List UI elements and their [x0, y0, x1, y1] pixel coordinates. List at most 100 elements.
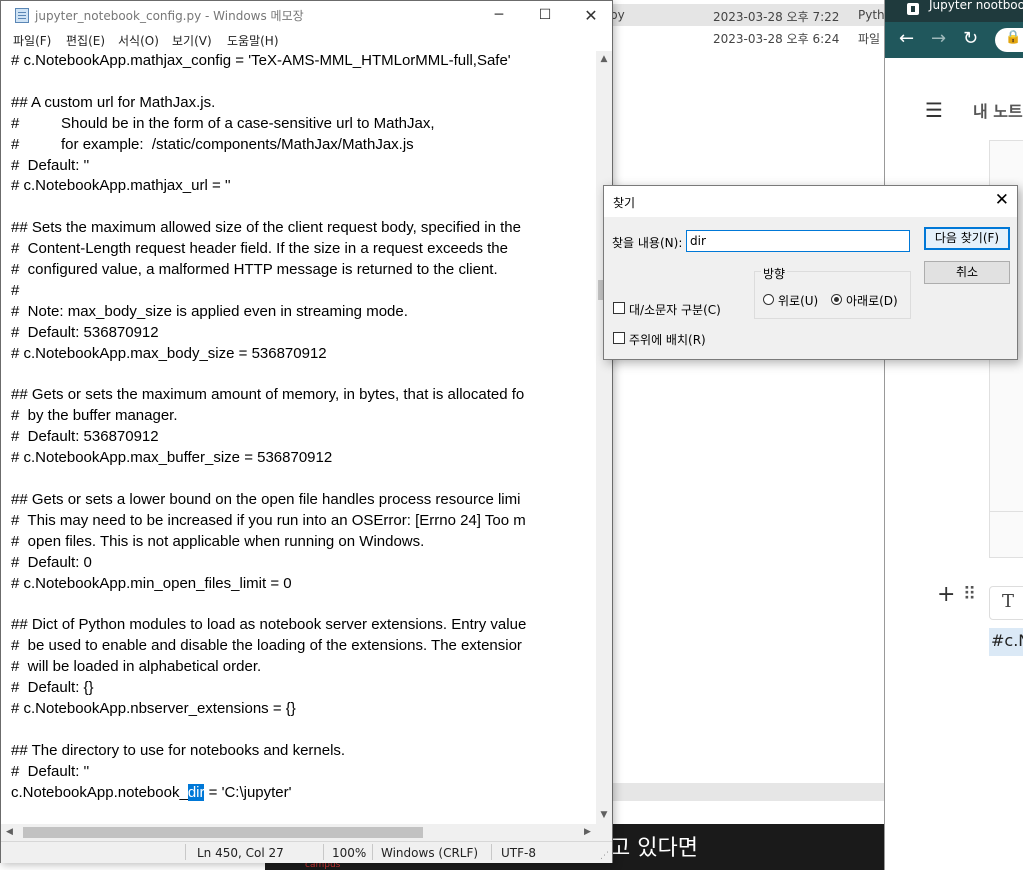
- editor-line: # Content-Length request header field. I…: [11, 240, 508, 258]
- address-bar[interactable]: 🔒: [995, 28, 1023, 52]
- cancel-button[interactable]: 취소: [924, 261, 1010, 284]
- editor-line: # Default: 0: [11, 553, 92, 571]
- editor-line: # Default: {}: [11, 679, 94, 696]
- match-case-label[interactable]: 대/소문자 구분(C): [629, 301, 721, 318]
- video-caption: 고 있다면: [610, 836, 698, 861]
- browser-tab-title: Jupyter nootbook: [929, 0, 1023, 12]
- editor-line: # by the buffer manager.: [11, 407, 178, 425]
- direction-up-label[interactable]: 위로(U): [778, 292, 818, 309]
- drag-handle-icon[interactable]: ⠿: [963, 584, 976, 605]
- editor-line: #: [11, 281, 20, 299]
- reload-icon[interactable]: ↻: [963, 28, 978, 49]
- editor-line: # configured value, a malformed HTTP mes…: [11, 261, 498, 278]
- editor-line: ## A custom url for MathJax.js.: [11, 93, 216, 111]
- explorer-row[interactable]: py 2023-03-28 오후 7:22 Pytho: [600, 4, 892, 26]
- explorer-row-date: 2023-03-28 오후 6:24: [713, 32, 840, 46]
- scroll-down-arrow-icon[interactable]: ▼: [596, 807, 612, 824]
- selected-code-line: #c.N: [989, 628, 1023, 656]
- menu-help[interactable]: 도움말(H): [227, 32, 279, 49]
- editor-line: # be used to enable and disable the load…: [11, 637, 522, 655]
- direction-up-radio[interactable]: [763, 294, 774, 305]
- wrap-around-checkbox[interactable]: [613, 332, 625, 344]
- editor-line: # open files. This is not applicable whe…: [11, 532, 425, 550]
- zoom-level: 100%: [332, 846, 367, 860]
- editor-line: ## Gets or sets a lower bound on the ope…: [11, 490, 521, 508]
- text-type-icon: T: [1002, 591, 1015, 612]
- browser-tab-bar: Jupyter nootbook: [885, 0, 1023, 22]
- editor-line: # c.NotebookApp.max_body_size = 53687091…: [11, 344, 327, 362]
- page-header: ☰ 내 노트: [885, 58, 1023, 138]
- text-block-button[interactable]: T: [989, 586, 1023, 620]
- editor-line: # will be loaded in alphabetical order.: [11, 658, 262, 676]
- editor-line-text: = 'C:\jupyter': [204, 783, 292, 801]
- editor-line-text: c.NotebookApp.notebook_: [11, 783, 188, 801]
- page-title: 내 노트: [973, 102, 1023, 121]
- find-next-button[interactable]: 다음 찾기(F): [924, 227, 1010, 250]
- window-title: jupyter_notebook_config.py - Windows 메모장: [35, 9, 304, 23]
- direction-down-radio[interactable]: [831, 294, 842, 305]
- scroll-up-arrow-icon[interactable]: ▲: [596, 51, 612, 68]
- close-icon[interactable]: ✕: [568, 1, 614, 30]
- scrollbar-corner: [596, 824, 612, 841]
- horizontal-scrollbar[interactable]: ◀ ▶: [1, 824, 596, 841]
- editor-line: c.NotebookApp.notebook_dir = 'C:\jupyter…: [11, 783, 292, 801]
- code-line-text: #c.N: [991, 631, 1023, 650]
- menu-edit[interactable]: 편집(E): [66, 32, 105, 49]
- find-dialog: 찾기 ✕ 찾을 내용(N): dir 다음 찾기(F) 취소 방향 위로(U) …: [603, 185, 1018, 360]
- add-block-icon[interactable]: +: [937, 582, 955, 607]
- status-bar: Ln 450, Col 27 100% Windows (CRLF) UTF-8…: [1, 841, 612, 863]
- editor-line: # c.NotebookApp.mathjax_config = 'TeX-AM…: [11, 52, 511, 69]
- find-what-input[interactable]: dir: [686, 230, 910, 252]
- explorer-row[interactable]: 2023-03-28 오후 6:24 파일: [600, 26, 885, 48]
- file-explorer-background: py 2023-03-28 오후 7:22 Pytho 2023-03-28 오…: [600, 0, 892, 870]
- editor-line: ## Sets the maximum allowed size of the …: [11, 219, 521, 237]
- encoding: UTF-8: [501, 846, 536, 860]
- lock-icon: 🔒: [1005, 30, 1022, 45]
- editor-line: # Should be in the form of a case-sensit…: [11, 114, 435, 132]
- menu-view[interactable]: 보기(V): [172, 32, 212, 49]
- explorer-row-type: 파일: [858, 32, 881, 46]
- resize-grip-icon[interactable]: ⋰: [600, 851, 609, 861]
- wrap-around-label[interactable]: 주위에 배치(R): [629, 331, 706, 348]
- find-dialog-title-bar[interactable]: 찾기 ✕: [604, 186, 1017, 217]
- maximize-icon[interactable]: ☐: [522, 1, 568, 30]
- minimize-icon[interactable]: ─: [476, 1, 522, 30]
- explorer-row-date: 2023-03-28 오후 7:22: [713, 10, 840, 24]
- close-icon[interactable]: ✕: [995, 190, 1009, 210]
- browser-window: Jupyter nootbook ← → ↻ 🔒 ☰ 내 노트 + ⠿ T #c…: [884, 0, 1023, 870]
- editor-line: # Default: '': [11, 156, 90, 174]
- editor-line: ## Dict of Python modules to load as not…: [11, 616, 527, 634]
- explorer-horizontal-scrollbar[interactable]: [600, 783, 885, 801]
- match-case-checkbox[interactable]: [613, 302, 625, 314]
- editor-line: # Default: 536870912: [11, 323, 159, 341]
- find-dialog-title: 찾기: [613, 196, 636, 210]
- editor-line: # c.NotebookApp.max_buffer_size = 536870…: [11, 449, 333, 467]
- direction-label: 방향: [761, 265, 788, 282]
- notepad-title-bar[interactable]: jupyter_notebook_config.py - Windows 메모장…: [1, 1, 612, 30]
- editor-line: # c.NotebookApp.min_open_files_limit = 0: [11, 574, 292, 592]
- editor-line: # c.NotebookApp.mathjax_url = '': [11, 177, 231, 195]
- notepad-menu-bar: 파일(F) 편집(E) 서식(O) 보기(V) 도움말(H): [1, 30, 612, 51]
- text-editor-area[interactable]: # c.NotebookApp.mathjax_config = 'TeX-AM…: [1, 51, 596, 824]
- back-arrow-icon[interactable]: ←: [899, 28, 914, 49]
- editor-line: # for example: /static/components/MathJa…: [11, 135, 414, 153]
- vertical-scrollbar[interactable]: ▲ ▼: [596, 51, 612, 824]
- browser-tab[interactable]: Jupyter nootbook: [899, 0, 1023, 22]
- editor-line: # Default: 536870912: [11, 428, 159, 446]
- scroll-left-arrow-icon[interactable]: ◀: [1, 824, 18, 841]
- page-favicon-icon: [907, 3, 919, 15]
- horizontal-scroll-thumb[interactable]: [23, 827, 423, 838]
- find-what-label: 찾을 내용(N):: [612, 236, 683, 250]
- menu-format[interactable]: 서식(O): [118, 32, 159, 49]
- menu-file[interactable]: 파일(F): [13, 32, 51, 49]
- forward-arrow-icon[interactable]: →: [931, 28, 946, 49]
- direction-down-label[interactable]: 아래로(D): [846, 292, 898, 309]
- editor-line: # Default: '': [11, 762, 90, 780]
- editor-line: ## The directory to use for notebooks an…: [11, 741, 346, 759]
- notepad-window: jupyter_notebook_config.py - Windows 메모장…: [0, 0, 613, 863]
- editor-line: ## Gets or sets the maximum amount of me…: [11, 386, 525, 404]
- scroll-right-arrow-icon[interactable]: ▶: [579, 824, 596, 841]
- notepad-app-icon: [15, 8, 29, 23]
- editor-line: # c.NotebookApp.nbserver_extensions = {}: [11, 699, 296, 717]
- hamburger-menu-icon[interactable]: ☰: [925, 98, 943, 122]
